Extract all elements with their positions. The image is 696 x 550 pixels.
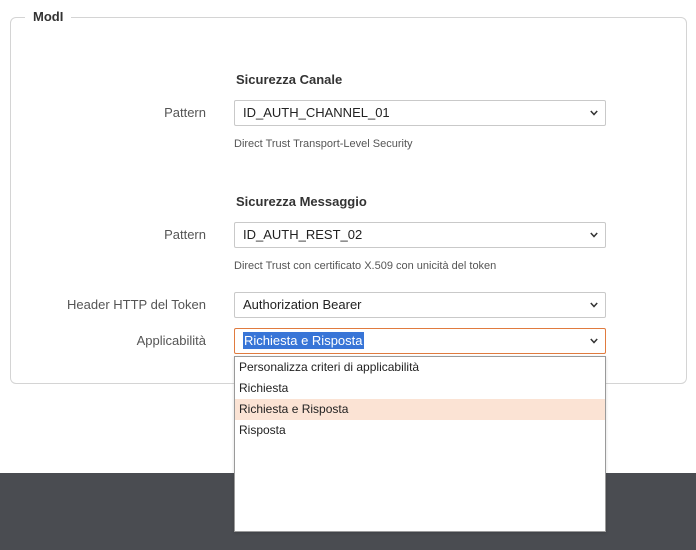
- dropdown-option-richiesta[interactable]: Richiesta: [235, 378, 605, 399]
- dropdown-option-risposta[interactable]: Risposta: [235, 420, 605, 441]
- message-pattern-value: ID_AUTH_REST_02: [243, 227, 363, 242]
- chevron-down-icon: [590, 110, 598, 117]
- page: ModI Sicurezza Canale Pattern ID_AUTH_CH…: [0, 0, 696, 550]
- header-token-select[interactable]: Authorization Bearer: [234, 292, 606, 318]
- chevron-down-icon: [590, 302, 598, 309]
- chevron-down-icon: [590, 338, 598, 345]
- applicabilita-label: Applicabilità: [136, 333, 206, 348]
- applicabilita-select[interactable]: Richiesta e Risposta: [234, 328, 606, 354]
- header-token-value: Authorization Bearer: [243, 297, 362, 312]
- fieldset-legend: ModI: [25, 8, 72, 26]
- header-token-label: Header HTTP del Token: [67, 297, 206, 312]
- message-pattern-help: Direct Trust con certificato X.509 con u…: [234, 260, 497, 272]
- channel-pattern-select[interactable]: ID_AUTH_CHANNEL_01: [234, 100, 606, 126]
- applicabilita-dropdown-list[interactable]: Personalizza criteri di applicabilità Ri…: [234, 356, 606, 532]
- message-pattern-select[interactable]: ID_AUTH_REST_02: [234, 222, 606, 248]
- chevron-down-icon: [590, 232, 598, 239]
- section-title-sicurezza-canale: Sicurezza Canale: [236, 72, 343, 87]
- applicabilita-value: Richiesta e Risposta: [243, 332, 364, 349]
- channel-pattern-help: Direct Trust Transport-Level Security: [234, 138, 413, 150]
- dropdown-option-personalizza[interactable]: Personalizza criteri di applicabilità: [235, 357, 605, 378]
- channel-pattern-value: ID_AUTH_CHANNEL_01: [243, 105, 390, 120]
- message-pattern-label: Pattern: [164, 227, 206, 242]
- section-title-sicurezza-messaggio: Sicurezza Messaggio: [236, 194, 367, 209]
- dropdown-option-richiesta-e-risposta[interactable]: Richiesta e Risposta: [235, 399, 605, 420]
- channel-pattern-label: Pattern: [164, 105, 206, 120]
